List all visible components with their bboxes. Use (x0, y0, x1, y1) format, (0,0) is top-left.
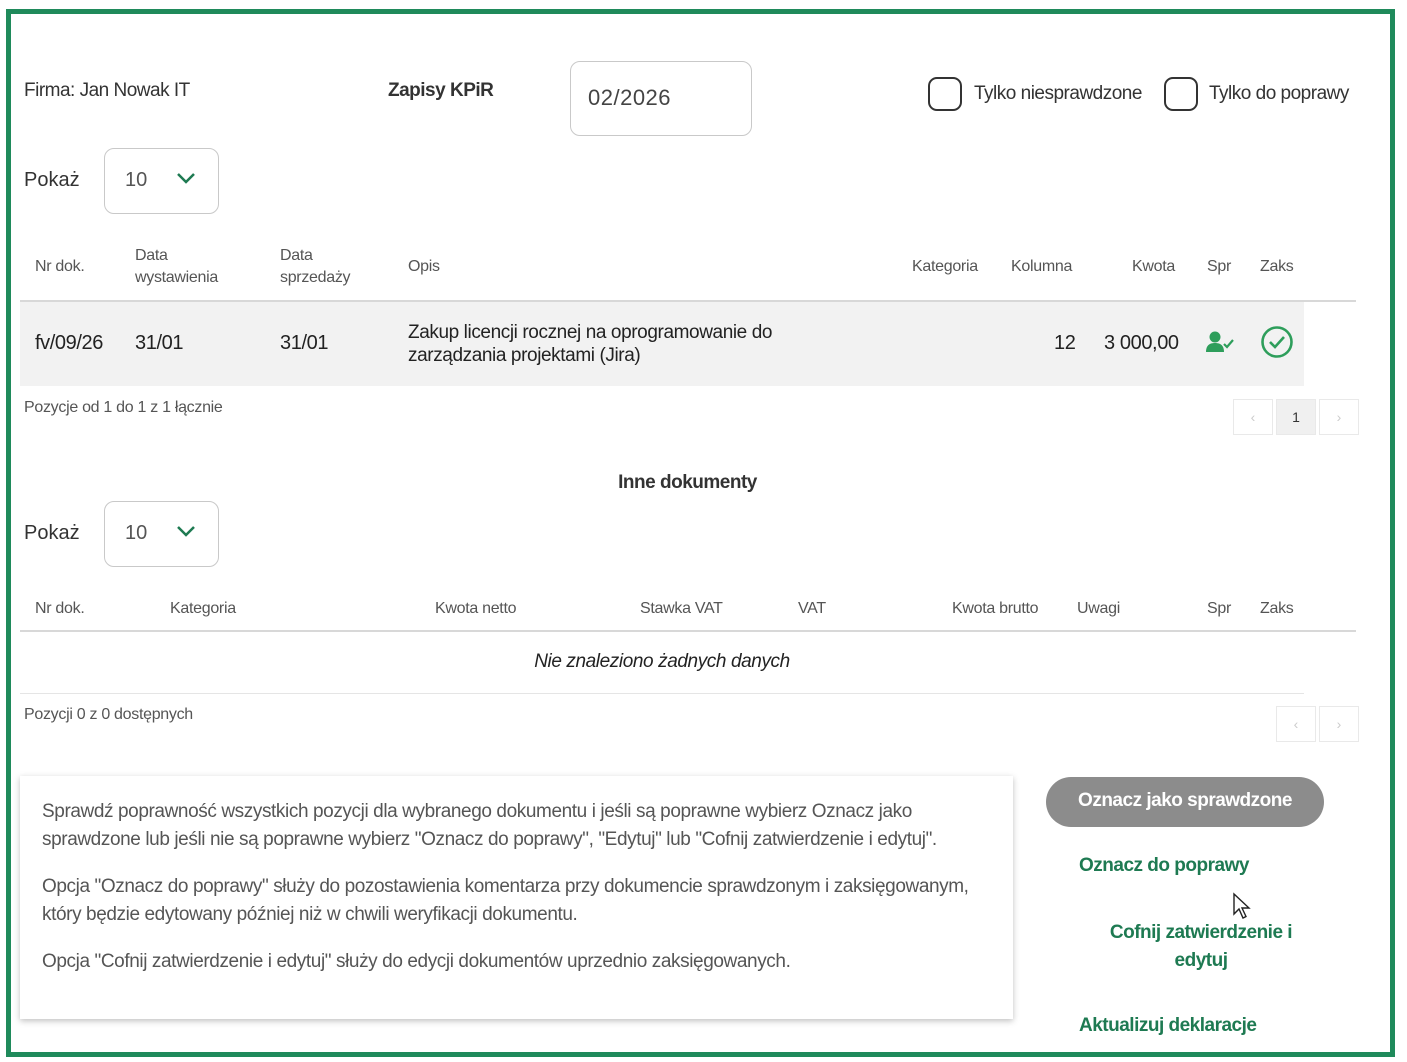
user-check-icon[interactable] (1206, 330, 1236, 354)
page-size-select[interactable]: 10 (104, 501, 219, 567)
page-size-select[interactable]: 10 (104, 148, 219, 214)
period-input[interactable]: 02/2026 (570, 61, 752, 136)
pagination-prev[interactable]: ‹ (1233, 399, 1273, 435)
filter-unchecked-checkbox[interactable] (928, 77, 962, 111)
col-kategoria[interactable]: Kategoria (170, 598, 236, 620)
col-nr[interactable]: Nr dok. (35, 256, 85, 278)
col-spr[interactable]: Spr (1207, 256, 1231, 278)
mark-checked-button[interactable]: Oznacz jako sprawdzone (1046, 777, 1324, 827)
pagination-page-1[interactable]: 1 (1276, 399, 1316, 435)
show-label: Pokaż (24, 169, 80, 191)
cell-kwota: 3 000,00 (1104, 332, 1179, 354)
undo-edit-link[interactable]: Cofnij zatwierdzenie i edytuj (1101, 919, 1301, 975)
col-vat[interactable]: VAT (798, 598, 826, 620)
col-kolumna[interactable]: Kolumna (1011, 256, 1072, 278)
col-kwota[interactable]: Kwota (1132, 256, 1175, 278)
col-zaks[interactable]: Zaks (1260, 256, 1294, 278)
filter-unchecked-label[interactable]: Tylko niesprawdzone (974, 83, 1142, 105)
cell-data-wystawienia: 31/01 (135, 332, 184, 354)
chevron-down-icon (177, 173, 195, 184)
help-text-1: Sprawdź poprawność wszystkich pozycji dl… (42, 801, 937, 850)
pagination-next[interactable]: › (1319, 706, 1359, 742)
help-box: Sprawdź poprawność wszystkich pozycji dl… (20, 776, 1013, 1019)
table-info: Pozycje od 1 do 1 z 1 łącznie (24, 399, 223, 416)
cell-kolumna: 12 (1054, 332, 1076, 354)
pagination-prev[interactable]: ‹ (1276, 706, 1316, 742)
col-data-sprzedazy[interactable]: Data sprzedaży (280, 245, 370, 289)
help-text-3: Opcja "Cofnij zatwierdzenie i edytuj" sł… (42, 951, 791, 972)
col-kategoria[interactable]: Kategoria (912, 256, 978, 278)
col-opis[interactable]: Opis (408, 256, 440, 278)
col-kwota-brutto[interactable]: Kwota brutto (952, 598, 1039, 620)
col-kwota-netto[interactable]: Kwota netto (435, 598, 517, 620)
table-info: Pozycji 0 z 0 dostępnych (24, 706, 193, 723)
empty-message: Nie znaleziono żadnych danych (534, 651, 790, 672)
page-size-value: 10 (125, 169, 148, 191)
update-declaration-link[interactable]: Aktualizuj deklaracje (1079, 1012, 1257, 1040)
filter-fix-checkbox[interactable] (1164, 77, 1198, 111)
mouse-cursor-icon (1233, 892, 1251, 919)
col-zaks[interactable]: Zaks (1260, 598, 1294, 620)
filter-fix-label[interactable]: Tylko do poprawy (1209, 83, 1349, 105)
show-label: Pokaż (24, 522, 80, 544)
col-stawka-vat[interactable]: Stawka VAT (640, 598, 723, 620)
main-panel: Firma: Jan Nowak IT Zapisy KPiR 02/2026 … (6, 9, 1395, 1057)
col-uwagi[interactable]: Uwagi (1077, 598, 1120, 620)
chevron-down-icon (177, 526, 195, 537)
col-data-wystawienia[interactable]: Data wystawienia (135, 245, 235, 289)
pagination-next[interactable]: › (1319, 399, 1359, 435)
cell-data-sprzedazy: 31/01 (280, 332, 329, 354)
section-title-inne: Inne dokumenty (618, 472, 757, 493)
mark-fix-link[interactable]: Oznacz do poprawy (1079, 852, 1249, 880)
page-title: Zapisy KPiR (388, 80, 494, 101)
cell-nr: fv/09/26 (35, 332, 103, 354)
cell-opis: Zakup licencji rocznej na oprogramowanie… (408, 322, 773, 366)
check-circle-icon[interactable] (1260, 325, 1294, 359)
col-spr[interactable]: Spr (1207, 598, 1231, 620)
help-text-2: Opcja "Oznacz do poprawy" służy do pozos… (42, 876, 969, 925)
company-name: Firma: Jan Nowak IT (24, 80, 190, 101)
table-divider (20, 693, 1304, 694)
page-size-value: 10 (125, 522, 148, 544)
col-nr[interactable]: Nr dok. (35, 598, 85, 620)
table-divider (20, 630, 1356, 632)
